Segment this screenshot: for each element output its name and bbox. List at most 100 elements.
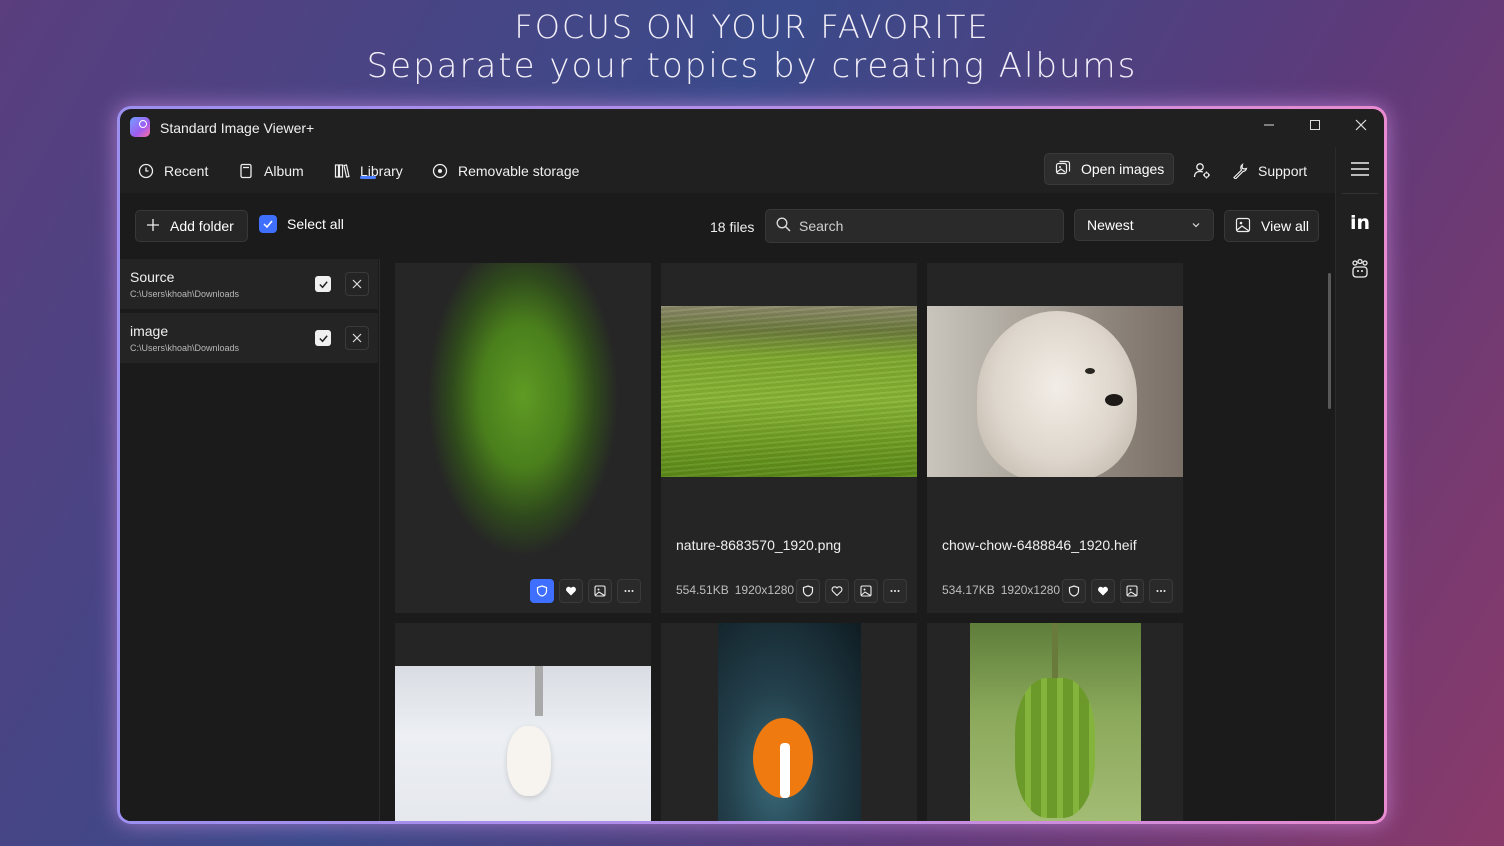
maximize-button[interactable] bbox=[1300, 115, 1330, 139]
set-wallpaper-icon[interactable] bbox=[1120, 579, 1144, 603]
folder-sidebar: Source C:\Users\khoah\Downloads image C:… bbox=[120, 259, 380, 821]
card-actions bbox=[796, 579, 907, 603]
rail-divider bbox=[1342, 193, 1378, 194]
support-label: Support bbox=[1258, 163, 1308, 179]
folder-item[interactable]: Source C:\Users\khoah\Downloads bbox=[120, 259, 378, 309]
user-settings-icon[interactable] bbox=[1190, 159, 1214, 183]
checkmark-icon bbox=[259, 215, 277, 233]
close-button[interactable] bbox=[1346, 115, 1376, 139]
view-all-button[interactable]: View all bbox=[1224, 210, 1319, 242]
image-resolution: 1920x1280 bbox=[1000, 583, 1061, 597]
search-input[interactable] bbox=[799, 218, 1049, 234]
plus-icon bbox=[146, 218, 160, 235]
image-card[interactable] bbox=[395, 263, 651, 613]
app-window-frame: Standard Image Viewer+ Recent Album Libr… bbox=[117, 106, 1387, 824]
folder-path: C:\Users\khoah\Downloads bbox=[130, 289, 240, 299]
more-options-icon[interactable] bbox=[617, 579, 641, 603]
add-folder-button[interactable]: Add folder bbox=[135, 210, 248, 242]
image-card[interactable] bbox=[927, 623, 1183, 821]
folder-name: image bbox=[130, 323, 169, 339]
folder-checkbox[interactable] bbox=[315, 276, 331, 292]
library-icon bbox=[334, 163, 350, 179]
image-resolution: 1920x1280 bbox=[734, 583, 795, 597]
image-thumbnail[interactable] bbox=[661, 306, 917, 477]
sort-value: Newest bbox=[1087, 217, 1134, 233]
active-tab-indicator bbox=[360, 176, 376, 179]
app-logo-icon bbox=[130, 117, 150, 137]
card-actions bbox=[1062, 579, 1173, 603]
files-count: 18 files bbox=[710, 219, 755, 235]
folder-name: Source bbox=[130, 269, 175, 285]
more-options-icon[interactable] bbox=[1149, 579, 1173, 603]
hero-subtitle: Separate your topics by creating Albums bbox=[366, 46, 1138, 86]
remove-folder-button[interactable] bbox=[345, 272, 369, 296]
library-toolbar: Add folder Select all 18 files Newest bbox=[120, 193, 1335, 259]
heart-icon[interactable] bbox=[559, 579, 583, 603]
images-icon bbox=[1055, 160, 1071, 179]
image-size: 554.51KB bbox=[676, 583, 729, 597]
image-thumbnail[interactable] bbox=[970, 623, 1141, 821]
image-grid: nature-8683570_1920.png 554.51KB 1920x12… bbox=[382, 259, 1332, 821]
clock-icon bbox=[138, 163, 154, 179]
wrench-icon bbox=[1232, 163, 1248, 179]
image-thumbnail[interactable] bbox=[927, 306, 1183, 477]
remove-folder-button[interactable] bbox=[345, 326, 369, 350]
open-images-label: Open images bbox=[1081, 161, 1165, 177]
folder-path: C:\Users\khoah\Downloads bbox=[130, 343, 240, 353]
tab-album-label: Album bbox=[264, 163, 304, 179]
select-all-checkbox[interactable]: Select all bbox=[259, 215, 344, 233]
tab-album[interactable]: Album bbox=[238, 159, 304, 183]
linkedin-icon[interactable]: in bbox=[1342, 205, 1378, 241]
set-wallpaper-icon[interactable] bbox=[588, 579, 612, 603]
vertical-scrollbar[interactable] bbox=[1328, 273, 1331, 409]
title-bar: Standard Image Viewer+ bbox=[120, 109, 1384, 147]
tab-removable-storage[interactable]: Removable storage bbox=[432, 159, 579, 183]
image-icon bbox=[1235, 217, 1251, 236]
right-rail: in bbox=[1335, 147, 1384, 821]
chevron-down-icon bbox=[1191, 217, 1201, 233]
shield-icon[interactable] bbox=[796, 579, 820, 603]
heart-outline-icon[interactable] bbox=[825, 579, 849, 603]
image-card[interactable] bbox=[661, 623, 917, 821]
hero-title: FOCUS ON YOUR FAVORITE bbox=[514, 8, 990, 46]
hamburger-menu-icon[interactable] bbox=[1342, 151, 1378, 187]
minimize-button[interactable] bbox=[1254, 115, 1284, 139]
sort-dropdown[interactable]: Newest bbox=[1074, 209, 1214, 241]
more-options-icon[interactable] bbox=[883, 579, 907, 603]
image-size: 534.17KB bbox=[942, 583, 995, 597]
paw-icon[interactable] bbox=[1342, 251, 1378, 287]
image-card[interactable] bbox=[395, 623, 651, 821]
shield-icon[interactable] bbox=[1062, 579, 1086, 603]
album-icon bbox=[238, 163, 254, 179]
image-thumbnail[interactable] bbox=[395, 263, 651, 613]
card-actions bbox=[530, 579, 641, 603]
app-title: Standard Image Viewer+ bbox=[160, 120, 315, 136]
image-card[interactable]: chow-chow-6488846_1920.heif 534.17KB 192… bbox=[927, 263, 1183, 613]
view-all-label: View all bbox=[1261, 218, 1309, 234]
tab-recent-label: Recent bbox=[164, 163, 209, 179]
search-icon bbox=[776, 217, 791, 235]
folder-checkbox[interactable] bbox=[315, 330, 331, 346]
app-window: Standard Image Viewer+ Recent Album Libr… bbox=[120, 109, 1384, 821]
open-images-button[interactable]: Open images bbox=[1044, 153, 1174, 185]
tab-removable-label: Removable storage bbox=[458, 163, 580, 179]
image-card[interactable]: nature-8683570_1920.png 554.51KB 1920x12… bbox=[661, 263, 917, 613]
main-content: Add folder Select all 18 files Newest bbox=[120, 193, 1335, 821]
tab-recent[interactable]: Recent bbox=[138, 159, 208, 183]
disc-icon bbox=[432, 163, 448, 179]
hero-banner: FOCUS ON YOUR FAVORITE Separate your top… bbox=[0, 8, 1504, 86]
folder-item[interactable]: image C:\Users\khoah\Downloads bbox=[120, 313, 378, 363]
tab-library[interactable]: Library bbox=[334, 159, 403, 183]
image-filename: chow-chow-6488846_1920.heif bbox=[942, 537, 1137, 553]
select-all-label: Select all bbox=[287, 216, 344, 232]
heart-icon[interactable] bbox=[1091, 579, 1115, 603]
search-box[interactable] bbox=[765, 209, 1064, 243]
image-thumbnail[interactable] bbox=[718, 623, 861, 821]
add-folder-label: Add folder bbox=[170, 218, 234, 234]
shield-icon[interactable] bbox=[530, 579, 554, 603]
image-meta: 534.17KB 1920x1280 bbox=[942, 583, 1060, 597]
image-thumbnail[interactable] bbox=[395, 666, 651, 821]
support-button[interactable]: Support bbox=[1232, 159, 1307, 183]
image-meta: 554.51KB 1920x1280 bbox=[676, 583, 794, 597]
set-wallpaper-icon[interactable] bbox=[854, 579, 878, 603]
